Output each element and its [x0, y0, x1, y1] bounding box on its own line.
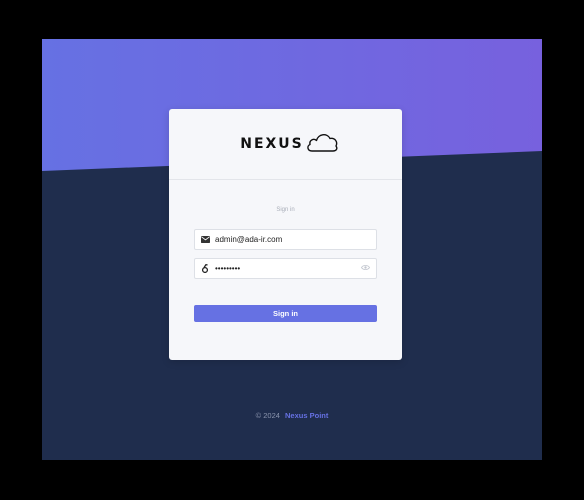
footer-link-nexus-point[interactable]: Nexus Point — [285, 411, 328, 420]
footer: © 2024 Nexus Point — [42, 411, 542, 420]
login-card: NEXUS Sign in admin@ada-ir.com •••••••••… — [169, 109, 402, 360]
logo: NEXUS — [169, 109, 402, 179]
sign-in-button[interactable]: Sign in — [194, 305, 377, 322]
eye-icon[interactable] — [361, 264, 370, 271]
email-input[interactable] — [215, 230, 355, 249]
logo-text: NEXUS — [240, 136, 304, 152]
app-screen: NEXUS Sign in admin@ada-ir.com •••••••••… — [42, 39, 542, 460]
footer-copyright: © 2024 — [255, 411, 280, 420]
password-field-container — [194, 258, 377, 279]
password-input[interactable] — [215, 259, 355, 278]
card-divider — [169, 179, 402, 180]
key-icon — [195, 264, 215, 273]
email-field-container — [194, 229, 377, 250]
cloud-icon — [306, 134, 338, 152]
login-subtitle: Sign in — [276, 207, 295, 213]
envelope-icon — [195, 236, 215, 243]
